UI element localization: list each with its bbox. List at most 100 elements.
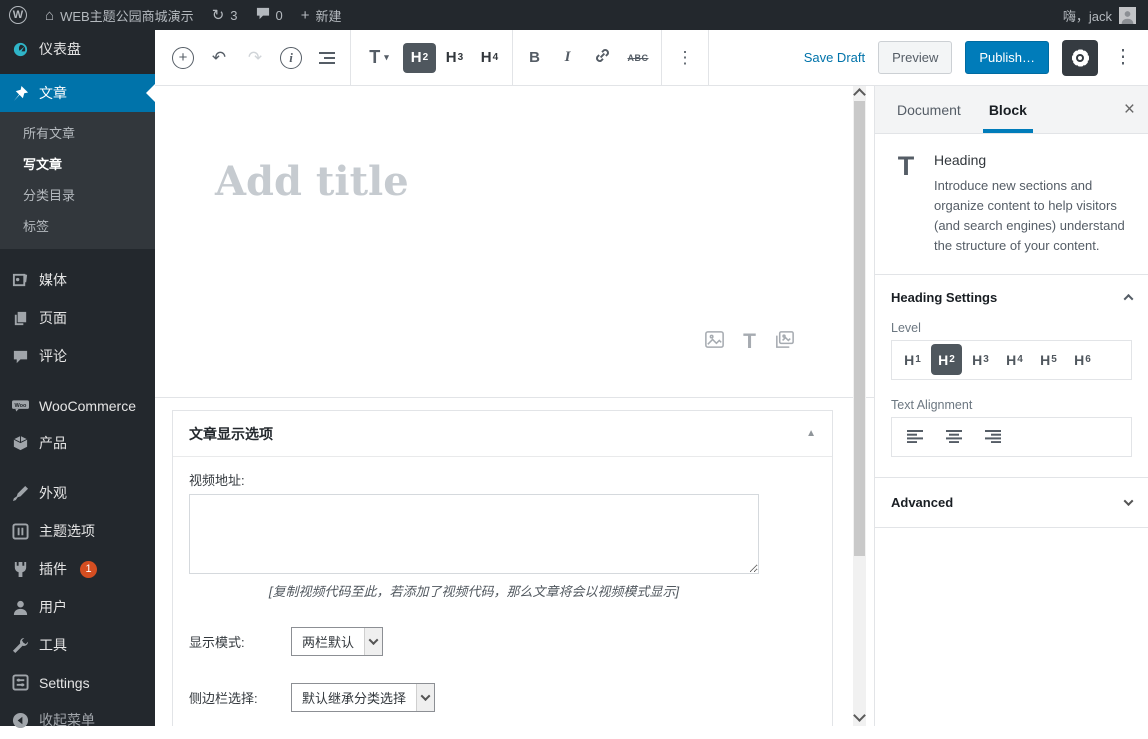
sidebar-item-comments[interactable]: 评论 (0, 337, 155, 375)
advanced-panel-header[interactable]: Advanced (875, 478, 1148, 528)
strikethrough-button[interactable]: ABC (620, 30, 656, 86)
new-content-link[interactable]: + 新建 (292, 0, 351, 30)
admin-menu: 仪表盘 文章 所有文章 写文章 分类目录 标签 媒体 页面 评论 Woo (0, 30, 155, 726)
sidebar-item-label: 页面 (39, 308, 67, 328)
editor-header: + ↶ ↷ i T ▾ H2 H3 H4 B (155, 30, 1148, 86)
site-link[interactable]: ⌂ WEB主题公园商城演示 (36, 0, 203, 30)
close-icon[interactable]: × (1124, 100, 1135, 119)
image-icon (703, 328, 726, 356)
sidebar-item-pages[interactable]: 页面 (0, 299, 155, 337)
level-h5-button[interactable]: H5 (1033, 344, 1064, 375)
bold-button[interactable]: B (518, 30, 551, 86)
metabox-area-divider (155, 397, 874, 398)
settings-toggle-button[interactable] (1062, 40, 1098, 76)
level-h1-button[interactable]: H1 (897, 344, 928, 375)
text-alignment-label: Text Alignment (891, 398, 1132, 412)
content-structure-button[interactable]: i (273, 30, 309, 86)
sidebar-item-users[interactable]: 用户 (0, 588, 155, 626)
undo-button[interactable]: ↶ (201, 30, 237, 86)
level-h2-button[interactable]: H2 (931, 344, 962, 375)
submenu-tags[interactable]: 标签 (0, 210, 155, 241)
italic-icon: I (565, 49, 571, 66)
wordpress-menu[interactable]: W (0, 0, 36, 30)
sidebar-item-settings[interactable]: Settings (0, 664, 155, 701)
tab-block[interactable]: Block (983, 86, 1033, 133)
add-heading-button[interactable]: T (743, 330, 756, 354)
comments-icon (11, 347, 30, 366)
sidebar-item-label: 收起菜单 (39, 710, 95, 730)
level-h6-button[interactable]: H6 (1067, 344, 1098, 375)
submenu-all-posts[interactable]: 所有文章 (0, 117, 155, 148)
sidebar-item-posts[interactable]: 文章 (0, 74, 155, 112)
sidebar-item-label: 工具 (39, 635, 67, 655)
select-arrow (364, 628, 382, 655)
scroll-up-arrow[interactable] (853, 88, 866, 101)
heading-level-3-button[interactable]: H3 (438, 43, 471, 73)
scrollbar-thumb[interactable] (854, 101, 865, 556)
update-icon: ↻ (212, 8, 225, 23)
video-url-textarea[interactable] (189, 494, 759, 574)
block-inserter-button[interactable]: + (165, 30, 201, 86)
level-h4-button[interactable]: H4 (999, 344, 1030, 375)
save-draft-button[interactable]: Save Draft (804, 50, 865, 65)
more-formats-button[interactable]: ⋮ (667, 30, 703, 86)
more-tools-button[interactable]: ⋮ (1111, 46, 1135, 69)
sidebar-item-label: 产品 (39, 433, 67, 453)
sidebar-item-tools[interactable]: 工具 (0, 626, 155, 664)
align-right-button[interactable] (975, 421, 1011, 452)
toolbar-divider (350, 30, 351, 86)
plugin-icon (11, 560, 30, 579)
display-mode-select[interactable]: 两栏默认 (291, 627, 383, 656)
link-icon (593, 46, 612, 70)
collapse-menu-button[interactable]: 收起菜单 (0, 701, 155, 739)
inspector-tabs: Document Block × (875, 86, 1148, 134)
updates-count: 3 (230, 8, 237, 23)
preview-button[interactable]: Preview (878, 41, 952, 74)
sidebar-choice-select[interactable]: 默认继承分类选择 (291, 683, 435, 712)
heading-level-2-button[interactable]: H2 (403, 43, 436, 73)
italic-button[interactable]: I (551, 30, 584, 86)
comments-link[interactable]: 0 (247, 0, 292, 30)
sidebar-item-theme-options[interactable]: 主题选项 (0, 512, 155, 550)
publish-button[interactable]: Publish… (965, 41, 1049, 74)
align-left-button[interactable] (897, 421, 933, 452)
sidebar-item-products[interactable]: 产品 (0, 424, 155, 462)
editor-scrollbar[interactable] (853, 86, 866, 726)
heading-level-4-button[interactable]: H4 (473, 43, 506, 73)
level-h3-button[interactable]: H3 (965, 344, 996, 375)
sidebar-item-plugins[interactable]: 插件 1 (0, 550, 155, 588)
heading-settings-header[interactable]: Heading Settings (875, 275, 1148, 320)
scroll-down-arrow[interactable] (853, 709, 866, 722)
block-inspector-panel: Document Block × T Heading Introduce new… (874, 86, 1148, 726)
dashboard-icon (11, 40, 30, 59)
heading-num: 2 (423, 52, 429, 63)
plugins-update-badge: 1 (80, 561, 97, 578)
advanced-title: Advanced (891, 495, 953, 510)
metabox-title: 文章显示选项 (189, 424, 273, 444)
sidebar-item-dashboard[interactable]: 仪表盘 (0, 30, 155, 68)
sidebar-item-label: 外观 (39, 483, 67, 503)
post-title-input[interactable]: Add title (215, 158, 409, 205)
sidebar-item-appearance[interactable]: 外观 (0, 474, 155, 512)
updates-link[interactable]: ↻ 3 (203, 0, 247, 30)
settings-sliders-icon (11, 673, 30, 692)
metabox-collapse-icon[interactable]: ▲ (806, 428, 816, 439)
select-arrow (416, 684, 434, 711)
sidebar-choice-label: 侧边栏选择: (189, 688, 291, 707)
redo-button[interactable]: ↷ (237, 30, 273, 86)
block-type-switcher[interactable]: T ▾ (356, 30, 402, 86)
link-button[interactable] (584, 30, 620, 86)
submenu-categories[interactable]: 分类目录 (0, 179, 155, 210)
tab-document[interactable]: Document (891, 86, 967, 133)
block-navigation-button[interactable] (309, 30, 345, 86)
add-image-button[interactable] (703, 328, 726, 356)
sidebar-item-woocommerce[interactable]: Woo WooCommerce (0, 387, 155, 424)
info-icon: i (280, 47, 302, 69)
add-gallery-button[interactable] (773, 328, 796, 356)
sidebar-item-media[interactable]: 媒体 (0, 261, 155, 299)
my-account[interactable]: 嗨，jack (1051, 6, 1148, 25)
align-center-button[interactable] (936, 421, 972, 452)
sidebar-item-label: 评论 (39, 346, 67, 366)
metabox-header[interactable]: 文章显示选项 ▲ (173, 411, 832, 457)
submenu-add-post[interactable]: 写文章 (0, 148, 155, 179)
